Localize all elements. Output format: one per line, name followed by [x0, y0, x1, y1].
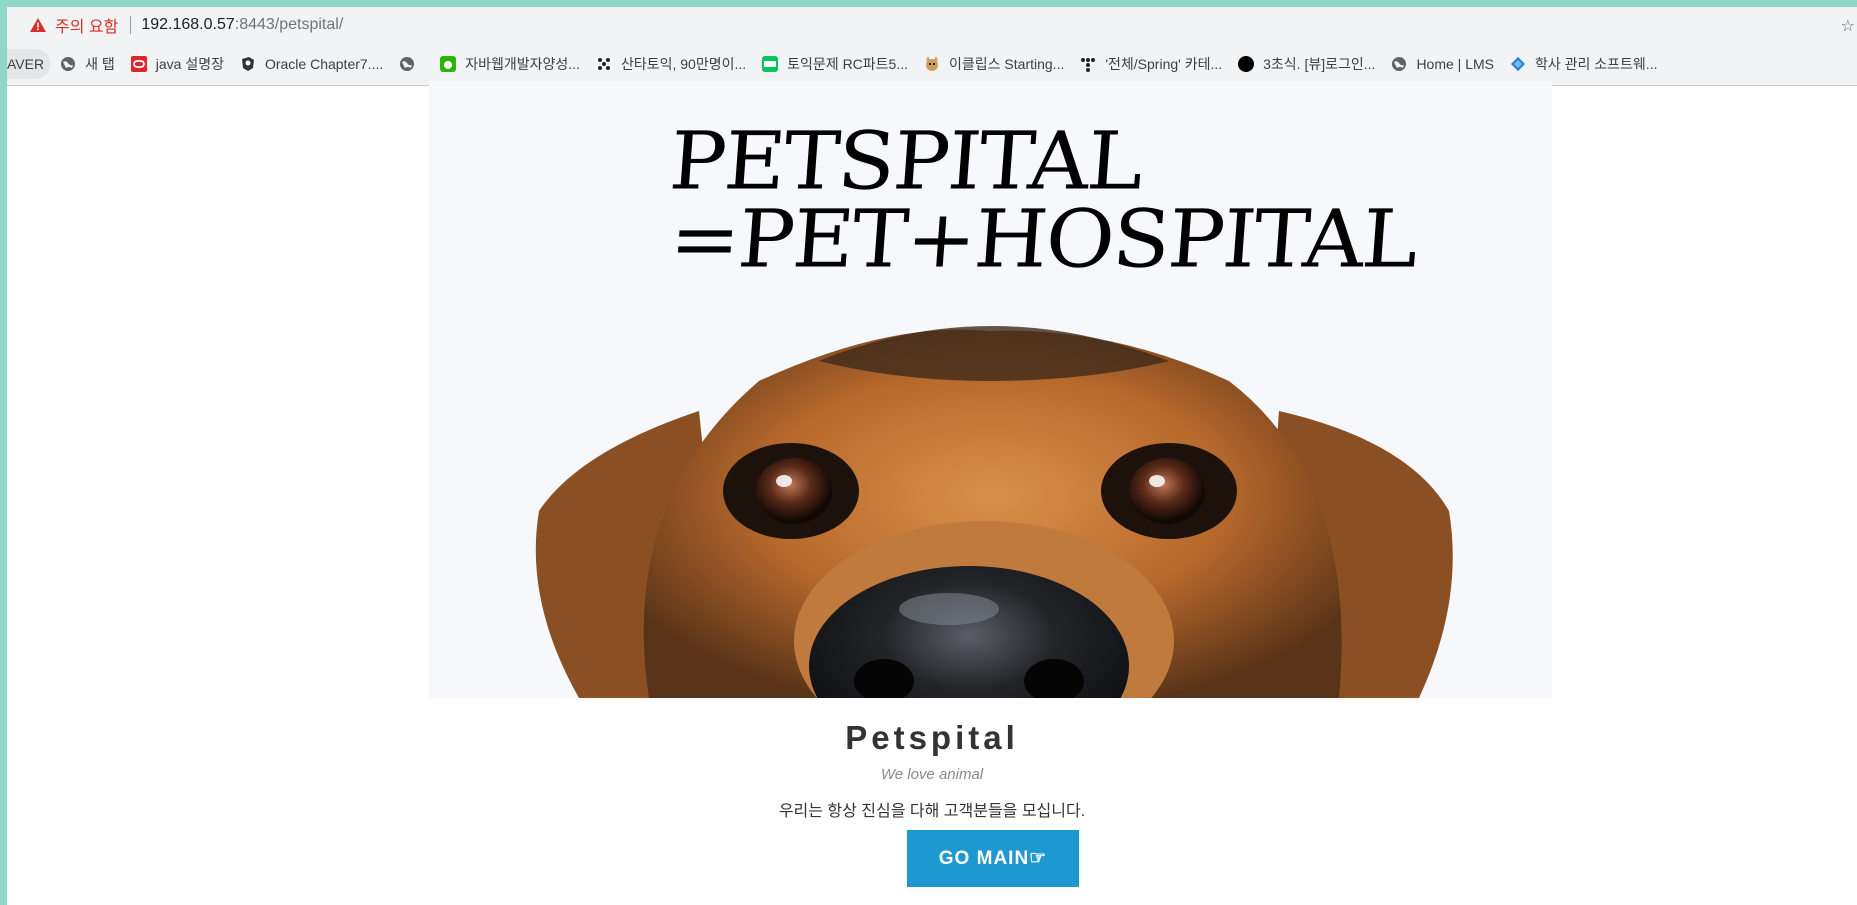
green-app-icon	[440, 56, 457, 72]
warning-icon	[30, 18, 46, 32]
bookmark-toeic-rc[interactable]: 토익문제 RC파트5...	[762, 49, 908, 79]
bookmark-naver[interactable]: AVER	[7, 49, 51, 79]
bookmark-label: java 설명장	[155, 56, 224, 72]
url-path[interactable]: :8443/petspital/	[235, 16, 344, 34]
bookmark-vue-login[interactable]: 3초식. [뷰]로그인...	[1238, 49, 1375, 79]
bookmark-star-icon[interactable]: ☆	[1841, 16, 1855, 36]
globe-icon	[61, 57, 76, 71]
bookmark-eclipse[interactable]: 이클립스 Starting...	[924, 49, 1064, 79]
hero-image: PETSPITAL =PET+HOSPITAL	[429, 81, 1552, 698]
bookmark-santa-toeic[interactable]: 산타토익, 90만명이...	[596, 49, 746, 79]
bookmark-globe[interactable]	[399, 49, 424, 79]
security-warning-label[interactable]: 주의 요함	[55, 13, 118, 37]
bookmark-label: Oracle Chapter7....	[264, 56, 384, 72]
tistory-icon	[1081, 58, 1096, 72]
bookmark-label: 3초식. [뷰]로그인...	[1263, 56, 1376, 72]
bookmark-label: 학사 관리 소프트웨...	[1534, 56, 1658, 72]
bookmark-label: 토익문제 RC파트5...	[787, 56, 909, 72]
bookmark-lms[interactable]: Home | LMS	[1391, 49, 1494, 79]
bookmark-new-tab[interactable]: 새 탭	[60, 49, 115, 79]
bookmark-java[interactable]: java 설명장	[130, 49, 224, 79]
bookmark-label: Home | LMS	[1416, 56, 1494, 72]
bookmark-label: '전체/Spring' 카테...	[1105, 56, 1223, 72]
address-divider	[130, 16, 132, 34]
bookmark-java-web[interactable]: 자바웹개발자양성...	[440, 49, 580, 79]
bookmark-academic[interactable]: 학사 관리 소프트웨...	[1510, 49, 1658, 79]
github-icon	[241, 57, 254, 71]
bookmark-oracle-chapter[interactable]: Oracle Chapter7....	[240, 49, 383, 79]
globe-icon	[400, 57, 415, 71]
oracle-icon	[130, 56, 147, 72]
bookmarks-bar: AVER 새 탭 java 설명장 Oracle Chapter7.... 자바…	[7, 43, 1857, 86]
go-main-button[interactable]: GO MAIN☞	[907, 830, 1079, 887]
page-title: Petspital	[845, 719, 1019, 756]
cat-icon	[926, 56, 939, 71]
diamond-icon	[1510, 57, 1525, 71]
url-host[interactable]: 192.168.0.57	[141, 16, 234, 34]
browser-window: 주의 요함 192.168.0.57 :8443/petspital/ ☆ AV…	[7, 7, 1857, 905]
page-subtitle: We love animal	[880, 766, 984, 783]
dots-icon	[597, 58, 610, 70]
bookmark-label: 산타토익, 90만명이...	[620, 56, 747, 72]
bookmark-label: AVER	[7, 56, 45, 72]
hero-title-line1: PETSPITAL	[666, 114, 1145, 208]
black-circle-icon	[1238, 56, 1255, 72]
bookmark-label: 새 탭	[85, 56, 115, 72]
bookmark-label: 자바웹개발자양성...	[465, 56, 580, 72]
blog-icon	[762, 56, 779, 72]
address-bar[interactable]: 주의 요함 192.168.0.57 :8443/petspital/ ☆	[7, 7, 1857, 43]
bookmark-spring[interactable]: '전체/Spring' 카테...	[1080, 49, 1222, 79]
hero-title-line2: =PET+HOSPITAL	[666, 192, 1420, 286]
globe-icon	[1392, 57, 1407, 71]
page-description: 우리는 항상 진심을 다해 고객분들을 모십니다.	[778, 803, 1086, 820]
bookmark-label: 이클립스 Starting...	[949, 56, 1065, 72]
